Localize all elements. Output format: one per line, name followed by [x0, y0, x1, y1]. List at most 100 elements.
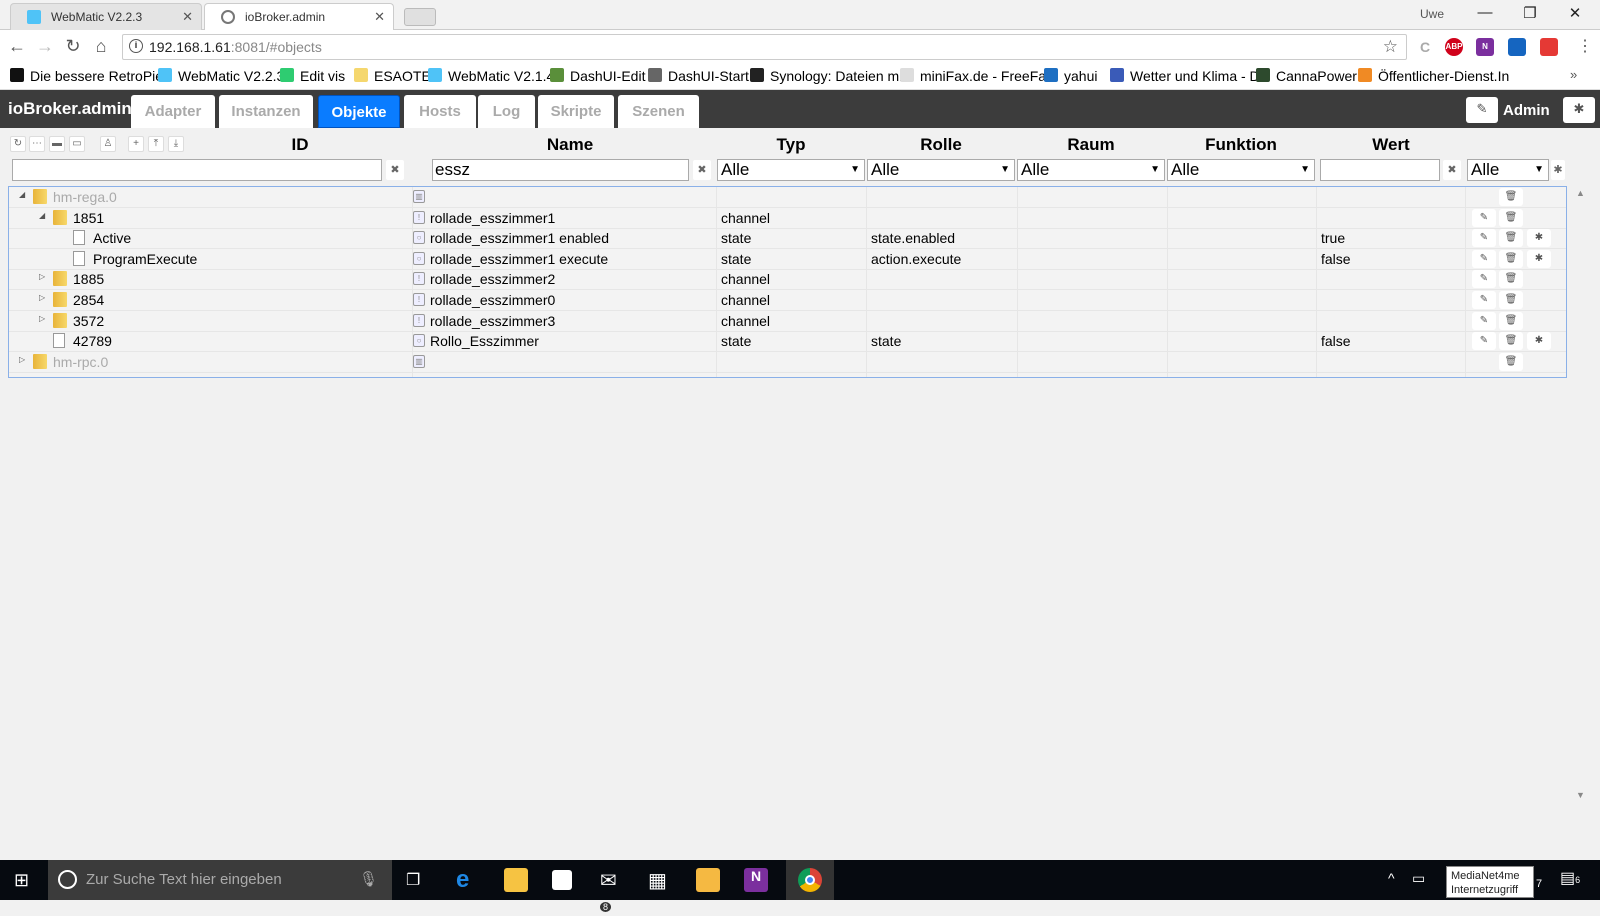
edit-pencil-button[interactable]: ✎ [1466, 97, 1498, 123]
download-icon[interactable]: ⤓ [168, 136, 184, 152]
new-tab-button[interactable] [404, 8, 436, 26]
store-icon[interactable] [552, 870, 572, 890]
edit-pencil-icon[interactable]: ✎ [1472, 291, 1496, 309]
wert-filter-input[interactable] [1320, 159, 1440, 181]
scroll-down-arrow[interactable]: ▼ [1576, 790, 1585, 800]
expand-toggle-icon[interactable]: ▷ [39, 272, 45, 281]
settings-gear-icon[interactable]: ✱ [1527, 249, 1551, 268]
delete-trash-icon[interactable]: 🗑 [1499, 188, 1523, 206]
browser-tab-webmatic[interactable]: WebMatic V2.2.3 ✕ [10, 3, 202, 30]
table-row[interactable]: ▷ 2854! rollade_esszimmer0 channel ✎ 🗑 [9, 290, 1566, 311]
delete-trash-icon[interactable]: 🗑 [1499, 352, 1523, 371]
edit-pencil-icon[interactable]: ✎ [1472, 208, 1496, 227]
adblock-icon[interactable]: ABP [1445, 38, 1463, 56]
battery-icon[interactable]: ▭ [1412, 870, 1425, 887]
action-center-icon[interactable]: ▤6 [1560, 868, 1580, 888]
close-tab-icon[interactable]: ✕ [374, 9, 385, 25]
delete-trash-icon[interactable]: 🗑 [1499, 208, 1523, 227]
tab-szenen[interactable]: Szenen [618, 95, 699, 128]
list-view-icon[interactable]: ⋯ [29, 136, 45, 152]
extension-bookmark-icon[interactable] [1508, 38, 1526, 56]
table-row[interactable]: ◢ hm-rega.0 ▥ 🗑 [9, 187, 1566, 208]
task-view-icon[interactable]: ❐ [406, 870, 420, 890]
settings-gear-icon[interactable]: ✱ [1527, 229, 1551, 248]
settings-gear-icon[interactable]: ✱ [1527, 332, 1551, 351]
expand-toggle-icon[interactable]: ▷ [39, 314, 45, 323]
edit-pencil-icon[interactable]: ✎ [1472, 249, 1496, 268]
extension-red-icon[interactable] [1540, 38, 1558, 56]
bookmark-link[interactable]: miniFax.de - FreeFax [900, 68, 1053, 84]
refresh-icon[interactable]: ↻ [10, 136, 26, 152]
extension-c-icon[interactable]: C [1416, 38, 1434, 56]
edit-pencil-icon[interactable]: ✎ [1472, 270, 1496, 289]
table-row[interactable]: Active ○ rollade_esszimmer1 enabled state st… [9, 228, 1566, 250]
table-row[interactable]: ◢ 1851! rollade_esszimmer1 channel ✎ 🗑 [9, 208, 1566, 229]
bookmark-link[interactable]: Öffentlicher-Dienst.In [1358, 68, 1509, 84]
delete-trash-icon[interactable]: 🗑 [1499, 311, 1523, 330]
add-icon[interactable]: + [128, 136, 144, 152]
upload-icon[interactable]: ⤒ [148, 136, 164, 152]
expand-folder-icon[interactable]: ▭ [69, 136, 85, 152]
bookmark-link[interactable]: DashUI-Edit [550, 68, 645, 84]
menu-icon[interactable]: ⋮ [1577, 36, 1593, 56]
clear-wert-filter-icon[interactable]: ✖ [1443, 160, 1461, 180]
info-icon[interactable]: i [129, 39, 143, 53]
edge-icon[interactable]: e [456, 866, 480, 893]
browser-tab-iobroker[interactable]: ioBroker.admin ✕ [204, 3, 394, 30]
bookmark-link[interactable]: WebMatic V2.2.3 [158, 68, 284, 84]
collapse-toggle-icon[interactable]: ◢ [19, 190, 25, 199]
bookmark-link[interactable]: ESAOTE [354, 68, 431, 84]
delete-trash-icon[interactable]: 🗑 [1499, 332, 1523, 351]
minimize-button[interactable]: — [1470, 4, 1500, 21]
delete-trash-icon[interactable]: 🗑 [1499, 229, 1523, 248]
tab-skripte[interactable]: Skripte [538, 95, 614, 128]
back-icon[interactable]: ← [6, 36, 28, 57]
value-select[interactable]: Alle [1467, 159, 1549, 181]
more-bookmarks-icon[interactable]: » [1570, 67, 1577, 82]
forward-icon[interactable]: → [34, 36, 56, 57]
tab-instanzen[interactable]: Instanzen [219, 95, 313, 128]
scroll-up-arrow[interactable]: ▲ [1576, 188, 1585, 198]
tray-chevron-icon[interactable]: ^ [1388, 870, 1395, 886]
collapse-toggle-icon[interactable]: ◢ [39, 211, 45, 220]
bookmark-link[interactable]: Synology: Dateien mi [750, 68, 902, 84]
edit-pencil-icon[interactable]: ✎ [1472, 229, 1496, 248]
edit-pencil-icon[interactable]: ✎ [1472, 332, 1496, 351]
profile-name[interactable]: Uwe [1420, 7, 1444, 21]
id-filter-input[interactable] [12, 159, 382, 181]
bookmark-link[interactable]: CannaPower! [1256, 68, 1361, 84]
bookmark-link[interactable]: Edit vis [280, 68, 345, 84]
bookmark-link[interactable]: WebMatic V2.1.4 [428, 68, 554, 84]
table-row[interactable]: ▷ 1885! rollade_esszimmer2 channel ✎ 🗑 [9, 269, 1566, 291]
name-filter-input[interactable]: essz [432, 159, 689, 181]
close-window-button[interactable]: ✕ [1560, 4, 1590, 22]
chrome-task-button[interactable] [786, 860, 834, 900]
table-row[interactable]: ▷ hm-rpc.0 ▥ 🗑 [9, 352, 1566, 373]
bookmark-link[interactable]: Wetter und Klima - D [1110, 68, 1260, 84]
clear-name-filter-icon[interactable]: ✖ [693, 160, 711, 180]
onenote-task-icon[interactable]: N [744, 868, 768, 892]
delete-trash-icon[interactable]: 🗑 [1499, 270, 1523, 289]
home-icon[interactable]: ⌂ [90, 36, 112, 57]
table-row[interactable]: 42789 ○ Rollo_Esszimmer state state false ✎ 🗑 ✱ [9, 331, 1566, 353]
bookmark-link[interactable]: DashUI-Start [648, 68, 749, 84]
expand-toggle-icon[interactable]: ▷ [39, 293, 45, 302]
delete-trash-icon[interactable]: 🗑 [1499, 249, 1523, 268]
windows-start-icon[interactable]: ⊞ [14, 870, 29, 891]
url-bar[interactable]: i 192.168.1.61:8081/#objects ☆ [122, 34, 1407, 60]
bookmark-link[interactable]: Die bessere RetroPie [10, 68, 163, 84]
tab-objekte[interactable]: Objekte [318, 95, 400, 128]
raum-filter-select[interactable]: Alle [1017, 159, 1165, 181]
calendar-icon[interactable]: ▦ [648, 868, 672, 892]
outlook-icon[interactable] [696, 868, 720, 892]
table-row[interactable]: ▷ 3572! rollade_esszimmer3 channel ✎ 🗑 [9, 311, 1566, 332]
taskbar-search[interactable]: Zur Suche Text hier eingeben 🎙 [48, 860, 392, 900]
clear-id-filter-icon[interactable]: ✖ [386, 160, 404, 180]
tab-hosts[interactable]: Hosts [404, 95, 476, 128]
close-tab-icon[interactable]: ✕ [182, 9, 193, 25]
onenote-icon[interactable]: N [1476, 38, 1494, 56]
tab-adapter[interactable]: Adapter [131, 95, 215, 128]
restore-button[interactable]: ❐ [1515, 4, 1545, 22]
reload-icon[interactable]: ↻ [62, 36, 84, 57]
mail-icon[interactable]: ✉8 [600, 868, 624, 912]
